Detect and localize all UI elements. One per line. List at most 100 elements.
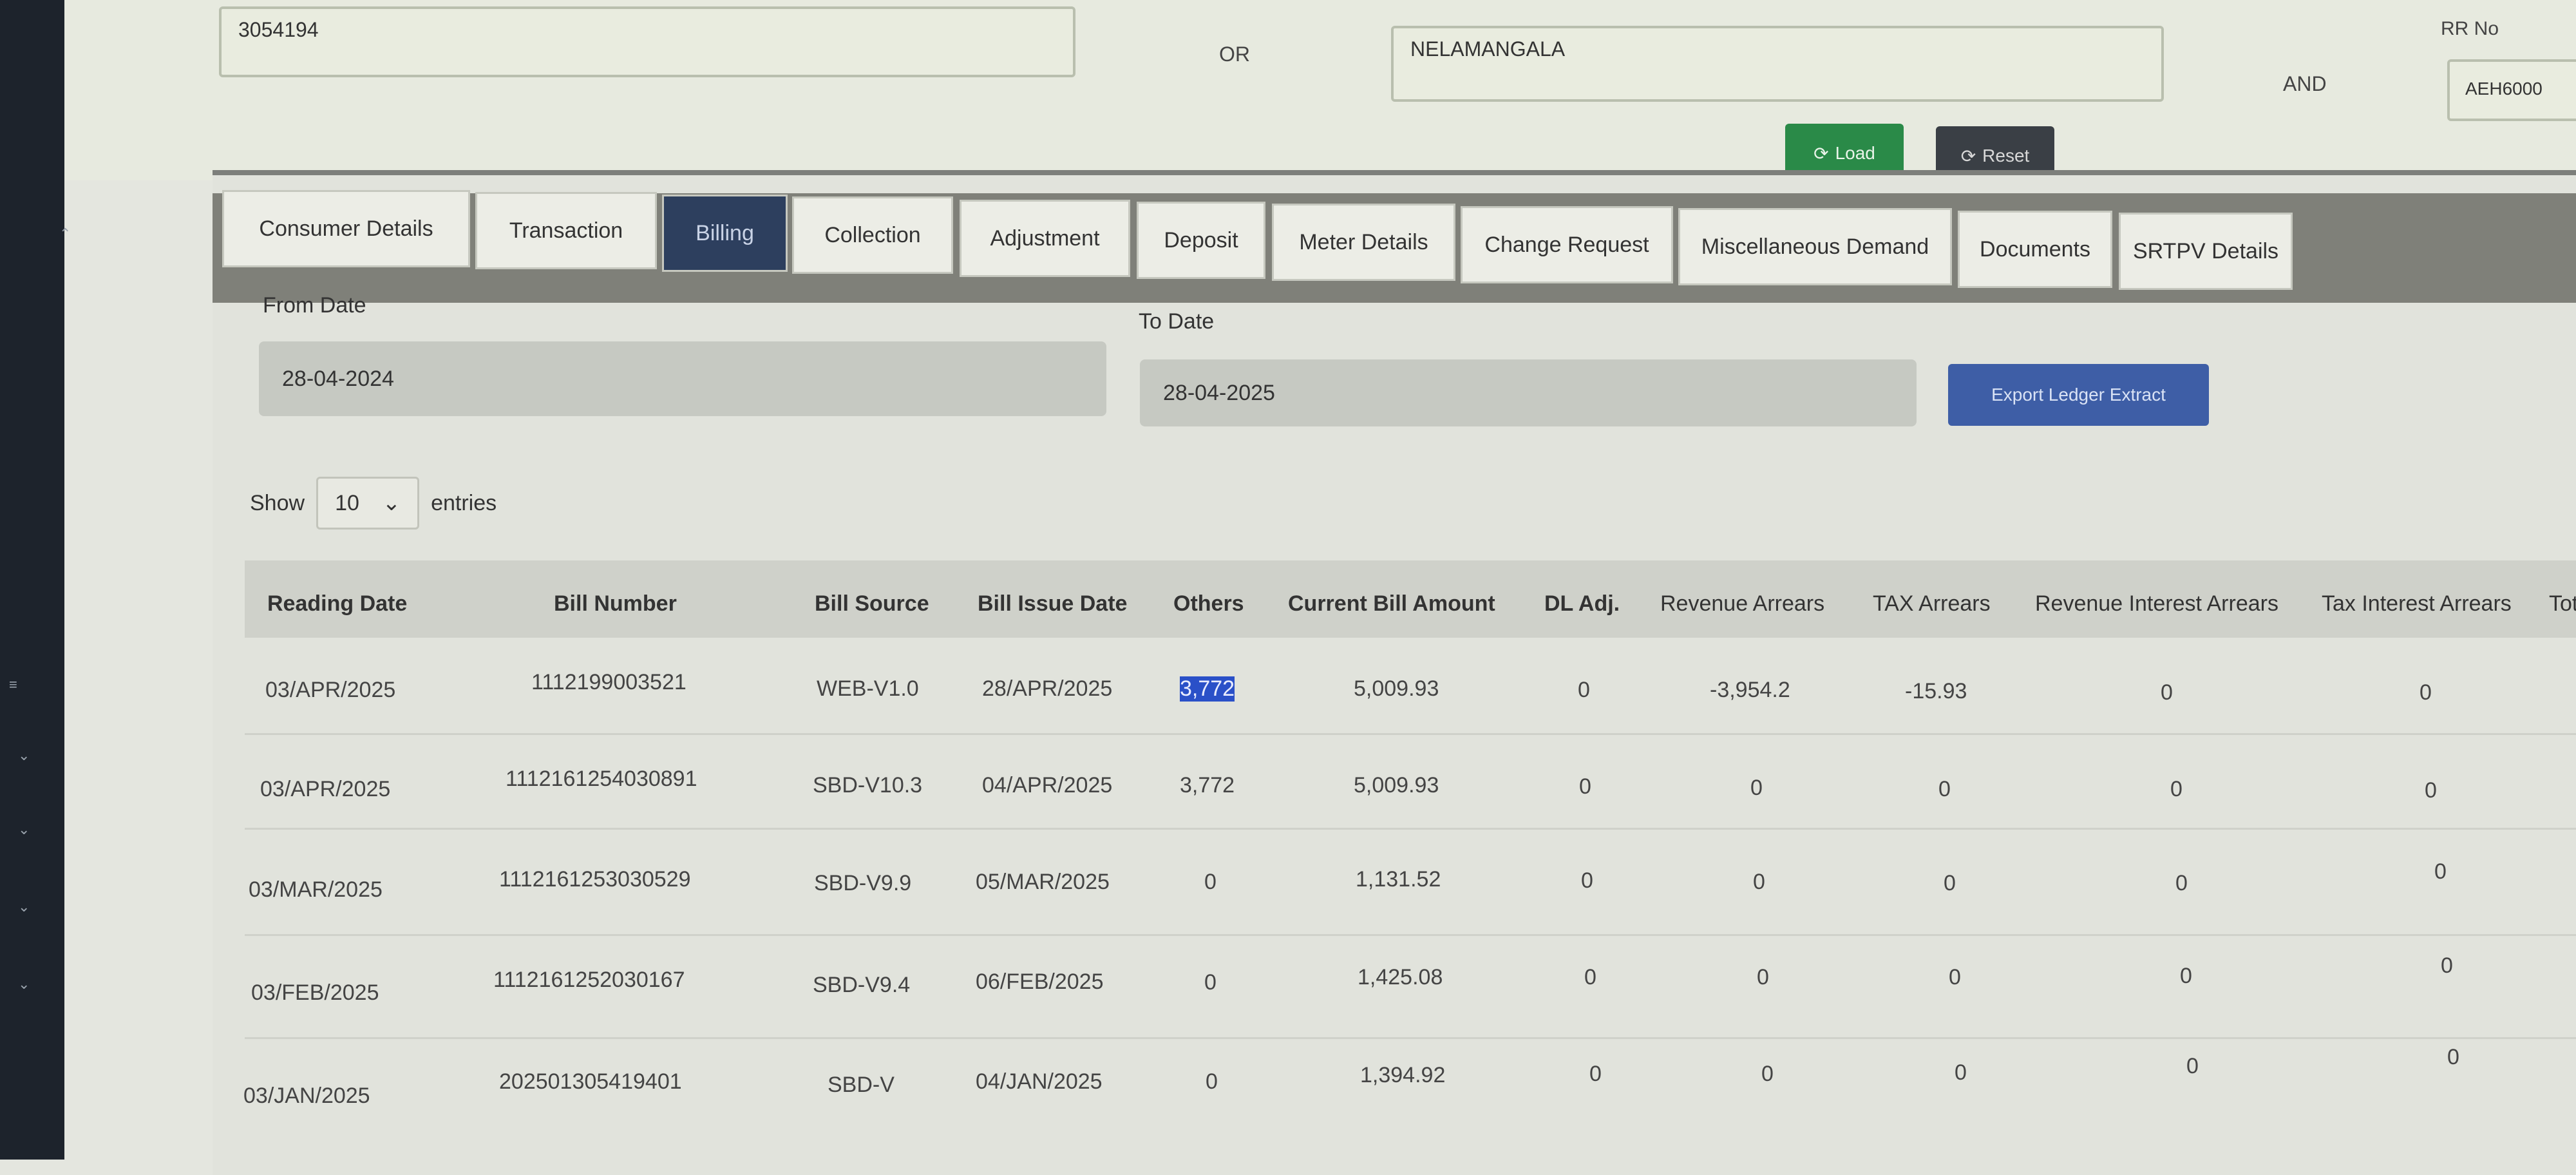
to-date-value: 28-04-2025: [1163, 380, 1275, 405]
consumer-id-input[interactable]: 3054194: [219, 6, 1075, 77]
tab-billing[interactable]: Billing: [662, 195, 788, 272]
column-header-dl-adj[interactable]: DL Adj.: [1544, 591, 1620, 616]
chevron-down-icon[interactable]: ⌄: [18, 821, 30, 838]
row-divider: [245, 934, 2576, 936]
tab-miscellaneous-demand[interactable]: Miscellaneous Demand: [1678, 208, 1952, 285]
left-sidebar: ⌃ ≡ ⌄ ⌄ ⌄ ⌄: [0, 0, 71, 1160]
show-label: Show: [250, 490, 305, 515]
cell-others-selected: 3,772: [1180, 676, 1235, 702]
column-header-bill-source[interactable]: Bill Source: [815, 591, 929, 616]
rr-no-label: RR No: [2441, 18, 2499, 39]
column-header-bill-issue-date[interactable]: Bill Issue Date: [978, 591, 1127, 616]
cell-reading-date: 03/APR/2025: [265, 678, 396, 702]
tab-label: Consumer Details: [259, 216, 433, 241]
chevron-down-icon[interactable]: ⌄: [18, 899, 30, 915]
chevron-up-icon[interactable]: ⌃: [59, 225, 71, 242]
column-header-tax-arrears[interactable]: TAX Arrears: [1873, 591, 1991, 616]
column-header-others[interactable]: Others: [1173, 591, 1244, 616]
cell-bill-number: 1112199003521: [531, 670, 687, 694]
menu-icon[interactable]: ≡: [9, 676, 17, 693]
tab-consumer-details[interactable]: Consumer Details: [222, 190, 470, 267]
cell-revenue-arrears: -3,954.2: [1710, 678, 1790, 702]
tab-change-request[interactable]: Change Request: [1461, 206, 1673, 283]
row-divider: [245, 828, 2576, 830]
chevron-down-icon[interactable]: ⌄: [18, 976, 30, 993]
column-header-reading-date[interactable]: Reading Date: [267, 591, 407, 616]
cell-bill-issue-date: 04/APR/2025: [982, 773, 1113, 798]
refresh-icon: ⟳: [1960, 146, 1976, 166]
tab-label: Transaction: [509, 218, 623, 243]
row-divider: [245, 1037, 2576, 1039]
cell-bill-issue-date: 06/FEB/2025: [976, 970, 1104, 994]
column-header-revenue-interest-arrears[interactable]: Revenue Interest Arrears: [2035, 591, 2278, 616]
cell-dl-adj: 0: [1579, 774, 1591, 799]
tab-deposit[interactable]: Deposit: [1137, 202, 1265, 279]
cell-reading-date: 03/APR/2025: [260, 777, 391, 801]
cell-revenue-arrears: 0: [1757, 965, 1769, 989]
page-size-control: Show 10 ⌄ entries: [250, 477, 497, 530]
tab-collection[interactable]: Collection: [792, 196, 953, 274]
cell-dl-adj: 0: [1584, 965, 1596, 989]
chevron-down-icon[interactable]: ⌄: [18, 747, 30, 764]
cell-current-bill-amount: 5,009.93: [1354, 676, 1439, 701]
tab-transaction[interactable]: Transaction: [475, 192, 657, 269]
to-date-label: To Date: [1139, 309, 1215, 334]
cell-bill-source: SBD-V9.9: [814, 871, 912, 895]
tab-label: Change Request: [1484, 232, 1649, 257]
export-ledger-label: Export Ledger Extract: [1991, 385, 2166, 405]
cell-revenue-interest-arrears: 0: [2186, 1054, 2199, 1078]
chevron-down-icon: ⌄: [382, 491, 401, 515]
to-date-input[interactable]: 28-04-2025: [1140, 359, 1917, 426]
rr-no-input[interactable]: AEH6000: [2447, 59, 2576, 121]
cell-revenue-interest-arrears: 0: [2180, 964, 2192, 988]
cell-bill-source: WEB-V1.0: [817, 676, 919, 701]
cell-reading-date: 03/FEB/2025: [251, 980, 379, 1005]
tab-label: Adjustment: [990, 225, 1100, 251]
cell-dl-adj: 0: [1578, 678, 1590, 702]
row-divider: [245, 733, 2576, 735]
tab-documents[interactable]: Documents: [1958, 211, 2112, 288]
tab-label: Meter Details: [1299, 229, 1428, 254]
page-size-select[interactable]: 10 ⌄: [316, 477, 420, 530]
accounting-unit-value: NELAMANGALA: [1410, 37, 1566, 61]
cell-current-bill-amount: 5,009.93: [1354, 773, 1439, 798]
cell-others: 0: [1204, 870, 1217, 894]
cell-dl-adj: 0: [1589, 1062, 1602, 1086]
cell-bill-issue-date: 28/APR/2025: [982, 676, 1113, 701]
entries-label: entries: [431, 490, 497, 515]
cell-tax-arrears: 0: [1955, 1060, 1967, 1085]
from-date-value: 28-04-2024: [282, 366, 394, 391]
column-header-revenue-arrears[interactable]: Revenue Arrears: [1660, 591, 1824, 616]
tab-meter-details[interactable]: Meter Details: [1272, 204, 1455, 281]
cell-revenue-interest-arrears: 0: [2170, 777, 2183, 801]
export-ledger-button[interactable]: Export Ledger Extract: [1948, 364, 2209, 426]
cell-others: 0: [1204, 970, 1217, 995]
cell-tax-arrears: 0: [1944, 871, 1956, 895]
column-header-current-bill-amount[interactable]: Current Bill Amount: [1288, 591, 1495, 616]
tab-label: Documents: [1980, 236, 2090, 262]
cell-bill-number: 202501305419401: [499, 1069, 682, 1094]
and-label: AND: [2283, 72, 2327, 95]
tab-srtpv-details[interactable]: SRTPV Details: [2119, 213, 2293, 290]
cell-reading-date: 03/MAR/2025: [249, 877, 383, 902]
reset-button-label: Reset: [1982, 146, 2030, 166]
cell-others: 3,772: [1180, 773, 1235, 798]
tab-adjustment[interactable]: Adjustment: [960, 200, 1130, 277]
from-date-input[interactable]: 28-04-2024: [259, 341, 1106, 416]
cell-reading-date: 03/JAN/2025: [243, 1084, 370, 1108]
accounting-unit-select[interactable]: NELAMANGALA: [1391, 26, 2164, 102]
column-header-total[interactable]: Tot: [2549, 591, 2576, 616]
cell-bill-number: 1112161252030167: [493, 968, 685, 992]
rr-no-value: AEH6000: [2465, 79, 2543, 99]
cell-tax-interest-arrears: 0: [2420, 680, 2432, 705]
cell-bill-number: 1112161254030891: [506, 767, 697, 791]
column-header-tax-interest-arrears[interactable]: Tax Interest Arrears: [2322, 591, 2512, 616]
column-header-bill-number[interactable]: Bill Number: [554, 591, 677, 616]
tab-label: Collection: [824, 222, 921, 247]
consumer-id-value: 3054194: [238, 18, 319, 41]
page-size-value: 10: [335, 490, 359, 515]
cell-tax-interest-arrears: 0: [2425, 778, 2437, 803]
cell-bill-number: 1112161253030529: [499, 867, 691, 892]
cell-current-bill-amount: 1,394.92: [1360, 1063, 1446, 1087]
cell-revenue-arrears: 0: [1750, 776, 1763, 800]
